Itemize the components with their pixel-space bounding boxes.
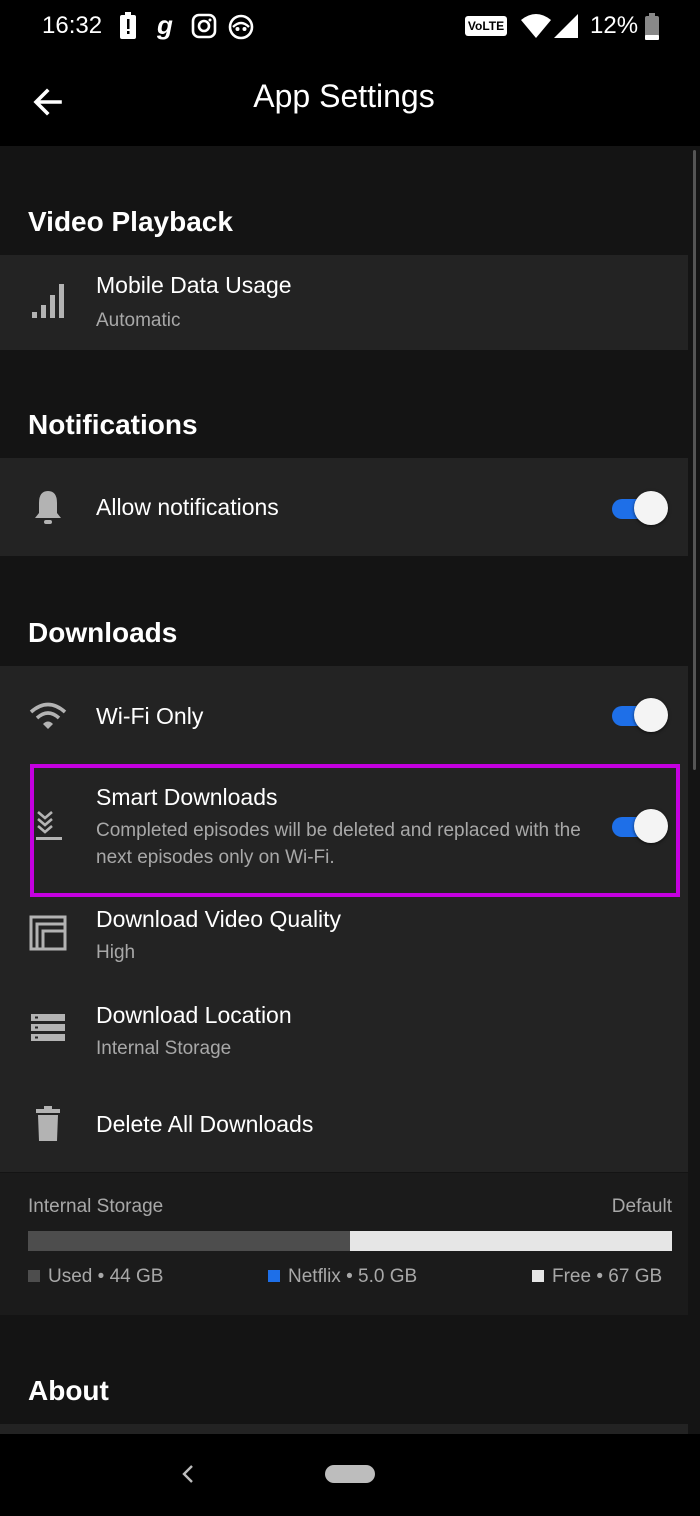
smart-downloads-highlight [30, 764, 680, 897]
wifi-icon [29, 702, 67, 729]
app-settings-screen: 16:32 g VoLTE 12% App Settings Video Pla… [0, 0, 700, 1516]
storage-bar [28, 1231, 672, 1251]
scrollbar-thumb[interactable] [693, 150, 696, 770]
wifi-icon [521, 14, 551, 38]
legend-used-swatch [28, 1270, 40, 1282]
mobile-data-usage-title: Mobile Data Usage [96, 272, 292, 298]
mobile-data-usage-value: Automatic [96, 310, 181, 331]
section-heading-about: About [28, 1375, 109, 1406]
toggle-knob [634, 491, 668, 525]
legend-netflix-text: Netflix • 5.0 GB [288, 1266, 418, 1287]
allow-notifications-toggle[interactable] [612, 491, 668, 525]
allow-notifications-title: Allow notifications [96, 494, 279, 520]
legend-used-text: Used • 44 GB [48, 1266, 164, 1287]
download-video-quality-row[interactable]: Download Video Quality High [0, 896, 688, 992]
download-video-quality-title: Download Video Quality [96, 906, 342, 932]
section-heading-video-playback: Video Playback [28, 206, 233, 237]
battery-alert-icon [120, 12, 136, 39]
storage-label: Internal Storage [28, 1196, 164, 1217]
g-icon: g [156, 12, 173, 40]
legend-netflix-swatch [268, 1270, 280, 1282]
volte-badge: VoLTE [465, 16, 507, 36]
legend-free-text: Free • 67 GB [552, 1266, 663, 1287]
instagram-icon [191, 13, 217, 39]
download-location-title: Download Location [96, 1002, 292, 1028]
quality-icon [29, 915, 67, 951]
section-heading-notifications: Notifications [28, 409, 198, 440]
cell-signal-icon [554, 14, 578, 38]
delete-all-downloads-title: Delete All Downloads [96, 1111, 314, 1137]
status-time: 16:32 [42, 12, 103, 39]
bell-icon [35, 491, 61, 524]
svg-text:g: g [156, 12, 173, 40]
battery-percentage: 12% [590, 12, 639, 39]
bot-icon [228, 14, 254, 40]
toggle-knob [634, 698, 668, 732]
nav-home-button[interactable] [325, 1465, 375, 1483]
about-row [0, 1424, 688, 1434]
download-location-value: Internal Storage [96, 1038, 232, 1059]
system-navigation-bar [0, 1434, 700, 1516]
storage-icon [31, 1014, 65, 1041]
storage-bar-used [28, 1231, 350, 1251]
trash-icon [36, 1106, 60, 1141]
signal-bars-icon [32, 284, 64, 318]
scrollbar[interactable] [688, 146, 700, 1434]
wifi-only-title: Wi-Fi Only [96, 703, 204, 729]
page-title: App Settings [253, 78, 435, 114]
legend-free-swatch [532, 1270, 544, 1282]
battery-icon [645, 13, 659, 40]
storage-default-label: Default [611, 1196, 672, 1217]
legend-used: Used • 44 GB [28, 1266, 163, 1288]
delete-all-downloads-row[interactable]: Delete All Downloads [0, 1088, 688, 1172]
download-location-row[interactable]: Download Location Internal Storage [0, 992, 688, 1088]
wifi-only-row[interactable]: Wi-Fi Only [0, 666, 688, 764]
download-video-quality-value: High [96, 942, 136, 963]
status-bar: 16:32 g VoLTE 12% [0, 0, 700, 56]
section-heading-downloads: Downloads [28, 617, 178, 648]
legend-netflix: Netflix • 5.0 GB [268, 1266, 417, 1288]
app-bar: App Settings [0, 56, 700, 146]
nav-back-icon[interactable] [178, 1462, 198, 1486]
allow-notifications-row[interactable]: Allow notifications [0, 458, 688, 556]
wifi-only-toggle[interactable] [612, 698, 668, 732]
mobile-data-usage-row[interactable]: Mobile Data Usage Automatic [0, 255, 688, 350]
legend-free: Free • 67 GB [532, 1266, 662, 1288]
